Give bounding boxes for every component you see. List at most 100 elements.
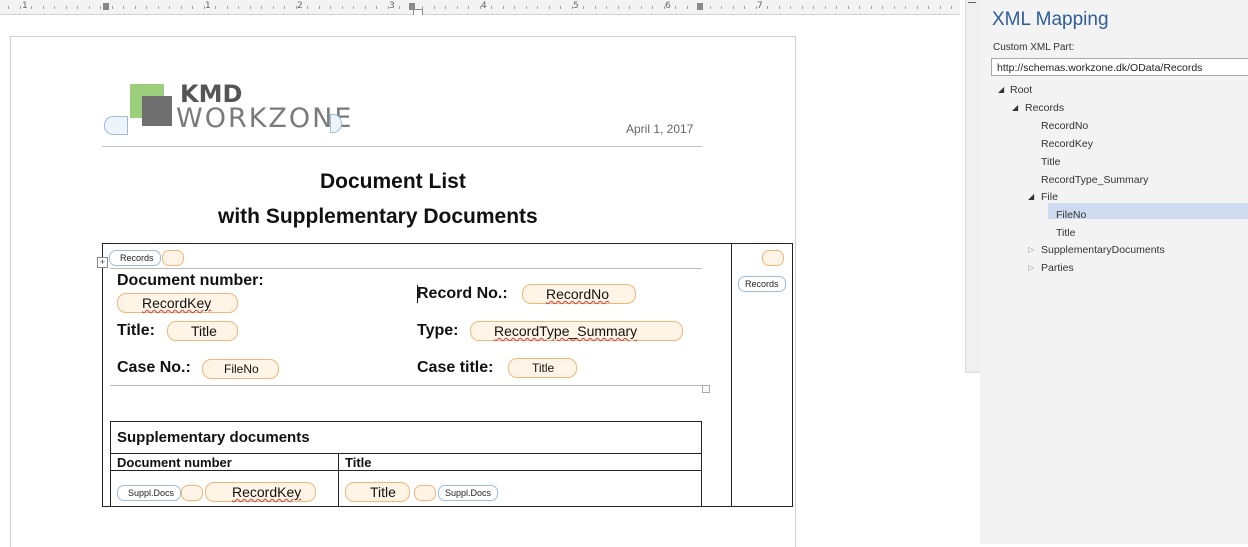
ruler-tick — [572, 6, 573, 9]
title-label: Title: — [117, 322, 155, 339]
type-value[interactable]: RecordType_Summary — [494, 322, 637, 340]
supp-table-row-line — [110, 470, 702, 471]
records-tag-start-control[interactable] — [162, 250, 184, 266]
ruler-tick — [376, 6, 377, 9]
tree-node-file[interactable]: File — [1041, 191, 1058, 203]
text-cursor — [417, 285, 418, 303]
tree-node-parties[interactable]: Parties — [1041, 262, 1074, 274]
document-date[interactable]: April 1, 2017 — [626, 122, 693, 136]
ruler-tick — [629, 6, 630, 9]
ruler-tick — [330, 6, 331, 9]
ruler-tick — [779, 6, 780, 9]
ruler-tick — [951, 6, 952, 9]
ruler-tick — [445, 6, 446, 9]
records-repeating-tag-end[interactable]: Records — [738, 276, 786, 292]
ruler-tick — [744, 6, 745, 9]
ruler-tick — [606, 6, 607, 9]
ruler-tick — [31, 6, 32, 9]
ruler-tick — [319, 6, 320, 9]
ruler-tick — [514, 6, 515, 9]
tree-node-recordkey[interactable]: RecordKey — [1041, 138, 1093, 150]
table-move-handle-icon[interactable]: + — [97, 257, 108, 268]
ruler-tick — [365, 6, 366, 9]
supp-table-col-divider — [338, 453, 339, 507]
collapsed-triangle-icon[interactable]: ▷ — [1028, 263, 1034, 272]
ruler-tick — [756, 6, 757, 9]
ruler-tick — [928, 6, 929, 9]
ruler-tick — [537, 6, 538, 9]
ruler-tick — [675, 6, 676, 9]
ruler-tick — [641, 6, 642, 9]
supp-table-heading: Supplementary documents — [117, 429, 310, 446]
ruler-tick — [733, 6, 734, 9]
expanded-triangle-icon[interactable]: ◢ — [1012, 103, 1018, 112]
ruler-tick — [261, 6, 262, 9]
tree-node-title[interactable]: Title — [1041, 156, 1060, 168]
ruler-tick — [480, 6, 481, 9]
document-title[interactable]: Document List — [320, 170, 466, 194]
table-border-top — [102, 243, 793, 244]
suppl-docs-repeating-tag-start[interactable]: Suppl.Docs — [117, 485, 182, 501]
tree-node-supplementarydocuments[interactable]: SupplementaryDocuments — [1041, 244, 1165, 256]
left-indent-marker[interactable] — [103, 3, 109, 10]
ruler-tick — [204, 6, 205, 9]
suppl-record-key-value[interactable]: RecordKey — [232, 483, 301, 501]
ruler-tick — [859, 6, 860, 9]
case-no-value[interactable]: FileNo — [224, 360, 259, 378]
record-key-value[interactable]: RecordKey — [142, 294, 211, 312]
ruler-tick — [687, 6, 688, 9]
ruler-tick — [825, 6, 826, 9]
tree-node-recordtype-summary[interactable]: RecordType_Summary — [1041, 174, 1148, 186]
expanded-triangle-icon[interactable]: ◢ — [998, 85, 1004, 94]
horizontal-ruler[interactable]: 1 1 2 3 4 5 6 7 — [0, 0, 960, 16]
suppl-docs-repeating-tag-end[interactable]: Suppl.Docs — [438, 485, 499, 501]
title-value[interactable]: Title — [191, 322, 217, 340]
ruler-tick — [307, 6, 308, 9]
case-title-value[interactable]: Title — [532, 359, 554, 377]
tree-node-root[interactable]: Root — [1010, 84, 1032, 96]
records-bottom-line — [110, 385, 702, 386]
scrollbar-arrow-icon[interactable] — [968, 2, 976, 3]
ruler-tick — [158, 6, 159, 9]
records-tag-end-control[interactable] — [762, 250, 784, 266]
custom-xml-part-label: Custom XML Part: — [993, 42, 1075, 53]
header-divider — [102, 146, 702, 147]
supp-col-title: Title — [345, 455, 372, 470]
record-no-value[interactable]: RecordNo — [546, 285, 609, 303]
collapsed-triangle-icon[interactable]: ▷ — [1028, 245, 1034, 254]
ruler-tick — [652, 6, 653, 9]
document-number-label: Document number: — [117, 272, 264, 289]
ruler-tick — [238, 6, 239, 9]
table-resize-handle[interactable] — [702, 385, 710, 393]
ruler-tick — [89, 6, 90, 9]
tree-node-records[interactable]: Records — [1025, 102, 1064, 114]
document-subtitle[interactable]: with Supplementary Documents — [218, 205, 538, 229]
ruler-tick — [284, 6, 285, 9]
suppl-docs-tag-start-control[interactable] — [181, 485, 203, 501]
suppl-title-value[interactable]: Title — [370, 483, 396, 501]
ruler-tick — [353, 6, 354, 9]
ruler-tick — [894, 6, 895, 9]
records-repeating-tag-start[interactable]: Records — [109, 250, 161, 266]
xml-mapping-pane — [980, 0, 1248, 544]
logo-content-control-start[interactable] — [104, 116, 128, 135]
ruler-tick — [848, 6, 849, 9]
tree-node-recordno[interactable]: RecordNo — [1041, 120, 1088, 132]
ruler-tick — [560, 6, 561, 9]
tree-node-fileno[interactable]: FileNo — [1056, 209, 1086, 221]
table-column-divider — [731, 243, 732, 507]
tree-node-file-title[interactable]: Title — [1056, 227, 1075, 239]
ruler-tick — [77, 6, 78, 9]
custom-xml-part-select[interactable]: http://schemas.workzone.dk/OData/Records — [991, 58, 1248, 76]
ruler-tick — [468, 6, 469, 9]
logo-workzone-text: WORKZONE — [176, 103, 354, 134]
supp-table-top — [110, 421, 702, 422]
ruler-tick — [388, 6, 389, 9]
xml-mapping-title: XML Mapping — [992, 9, 1109, 30]
supp-col-document-number: Document number — [117, 455, 232, 470]
ruler-tick — [871, 6, 872, 9]
expanded-triangle-icon[interactable]: ◢ — [1028, 192, 1034, 201]
ruler-tick — [457, 6, 458, 9]
suppl-docs-tag-end-control[interactable] — [414, 485, 436, 501]
ruler-tick — [8, 6, 9, 9]
